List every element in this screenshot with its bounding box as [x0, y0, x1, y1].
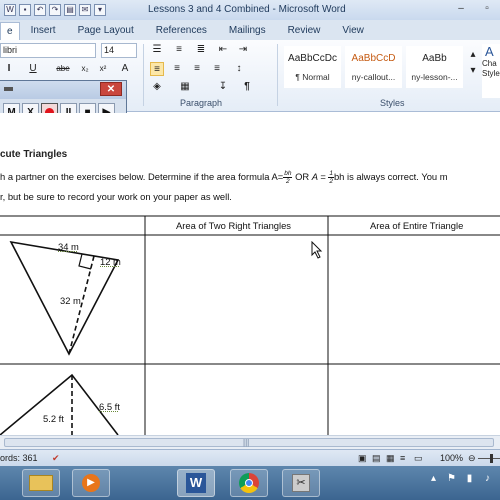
horizontal-scrollbar[interactable]: |||: [0, 435, 500, 449]
recorder-titlebar[interactable]: ✕: [0, 81, 126, 99]
tray-network-icon[interactable]: ▮: [463, 472, 476, 485]
justify-button[interactable]: ≡: [210, 62, 224, 76]
superscript-button[interactable]: x²: [96, 62, 110, 76]
bold-button[interactable]: I: [2, 62, 16, 76]
print-icon[interactable]: ▤: [64, 4, 76, 16]
draft-view-icon[interactable]: ▭: [414, 453, 423, 464]
styles-group-label: Styles: [380, 98, 405, 108]
style-ny-lesson[interactable]: AaBb ny-lesson-...: [406, 46, 463, 88]
underline-button[interactable]: U: [26, 62, 40, 76]
zoom-slider[interactable]: [478, 458, 500, 459]
borders-icon[interactable]: ▦: [178, 80, 192, 94]
increase-indent-icon[interactable]: ⇥: [236, 43, 250, 57]
undo-icon[interactable]: ↶: [34, 4, 46, 16]
word-icon[interactable]: W: [177, 469, 215, 497]
triangle-1-top-label: 34 m: [58, 241, 79, 252]
font-size-box[interactable]: 14: [101, 43, 137, 58]
multilevel-list-icon[interactable]: ≣: [194, 43, 208, 57]
maximize-button[interactable]: ▫: [474, 0, 500, 18]
triangle-2-side-label: 6.5 ft: [99, 401, 120, 412]
shading-icon[interactable]: ◈: [150, 80, 164, 94]
numbering-icon[interactable]: ≡: [172, 43, 186, 57]
styles-scroll-up-icon[interactable]: ▴: [466, 48, 480, 62]
triangle-1-right-angle: [78, 253, 92, 270]
minimize-button[interactable]: –: [448, 0, 474, 18]
style-normal[interactable]: AaBbCcDc ¶ Normal: [284, 46, 341, 88]
scrollbar-thumb[interactable]: |||: [4, 438, 494, 447]
tray-show-hidden-icon[interactable]: ▴: [427, 472, 440, 485]
full-screen-reading-icon[interactable]: ▤: [372, 453, 381, 464]
strikethrough-button[interactable]: abe: [56, 62, 70, 76]
save-icon[interactable]: ▪: [19, 4, 31, 16]
word-logo-icon[interactable]: W: [4, 4, 16, 16]
tab-review[interactable]: Review: [277, 22, 332, 40]
triangle-1-height-label: 32 m: [60, 295, 81, 306]
media-player-icon[interactable]: ▶: [72, 469, 110, 497]
word-count[interactable]: ords: 361: [0, 453, 38, 463]
email-icon[interactable]: ✉: [79, 4, 91, 16]
bullets-icon[interactable]: ☰: [150, 43, 164, 57]
zoom-level[interactable]: 100%: [440, 453, 463, 463]
tray-flag-icon[interactable]: ⚑: [445, 472, 458, 485]
align-right-button[interactable]: ≡: [190, 62, 204, 76]
zoom-slider-thumb[interactable]: [490, 454, 493, 463]
recorder-close-button[interactable]: ✕: [100, 82, 122, 96]
status-bar: ords: 361 ✔ ▣ ▤ ▦ ≡ ▭ 100% ⊖: [0, 449, 500, 466]
explorer-icon[interactable]: [22, 469, 60, 497]
decrease-indent-icon[interactable]: ⇤: [216, 43, 230, 57]
redo-icon[interactable]: ↷: [49, 4, 61, 16]
taskbar: ▶ W ✂ ▴ ⚑ ▮ ♪: [0, 466, 500, 500]
proofing-icon[interactable]: ✔: [52, 453, 60, 464]
quick-access-toolbar: W ▪ ↶ ↷ ▤ ✉ ▾: [0, 4, 106, 16]
print-layout-icon[interactable]: ▣: [358, 453, 367, 464]
align-left-button[interactable]: ≡: [150, 62, 164, 76]
style-ny-callout[interactable]: AaBbCcD ny-callout...: [345, 46, 402, 88]
window-title: Lessons 3 and 4 Combined - Microsoft Wor…: [148, 4, 346, 15]
snipping-icon[interactable]: ✂: [282, 469, 320, 497]
triangle-1-right-label: 12 m: [100, 256, 121, 267]
chrome-icon[interactable]: [230, 469, 268, 497]
tab-mailings[interactable]: Mailings: [218, 22, 277, 40]
exercise-table: [0, 215, 500, 435]
styles-scroll-down-icon[interactable]: ▾: [466, 64, 480, 78]
sort-icon[interactable]: ↧: [216, 80, 230, 94]
tab-page-layout[interactable]: Page Layout: [67, 22, 145, 40]
paragraph-group-label: Paragraph: [180, 98, 223, 108]
column-header-two-right-triangles: Area of Two Right Triangles: [176, 220, 291, 231]
change-styles-button[interactable]: A Cha Style: [482, 44, 500, 98]
tab-home[interactable]: e: [0, 22, 20, 40]
qat-customize-icon[interactable]: ▾: [94, 4, 106, 16]
title-bar: W ▪ ↶ ↷ ▤ ✉ ▾ Lessons 3 and 4 Combined -…: [0, 0, 500, 20]
document-page[interactable]: cute Triangles h a partner on the exerci…: [0, 113, 500, 435]
subscript-button[interactable]: x₂: [78, 62, 92, 76]
recorder-minimize-icon[interactable]: [4, 87, 13, 91]
triangle-2-height-label: 5.2 ft: [43, 413, 64, 424]
tab-insert[interactable]: Insert: [20, 22, 67, 40]
tab-view[interactable]: View: [331, 22, 375, 40]
outline-view-icon[interactable]: ≡: [400, 453, 405, 463]
tray-volume-icon[interactable]: ♪: [481, 472, 494, 485]
show-formatting-icon[interactable]: ¶: [240, 80, 254, 94]
font-name-box[interactable]: libri: [0, 43, 96, 58]
tab-references[interactable]: References: [145, 22, 218, 40]
column-header-entire-triangle: Area of Entire Triangle: [370, 220, 464, 231]
zoom-out-icon[interactable]: ⊖: [468, 453, 476, 464]
ribbon-tabs: e Insert Page Layout References Mailings…: [0, 20, 500, 40]
align-center-button[interactable]: ≡: [170, 62, 184, 76]
system-tray: ▴ ⚑ ▮ ♪: [427, 472, 494, 485]
line-spacing-icon[interactable]: ↕: [232, 62, 246, 76]
text-effects-icon[interactable]: A: [118, 62, 132, 76]
mouse-cursor-icon: [311, 241, 323, 259]
web-layout-icon[interactable]: ▦: [386, 453, 395, 464]
